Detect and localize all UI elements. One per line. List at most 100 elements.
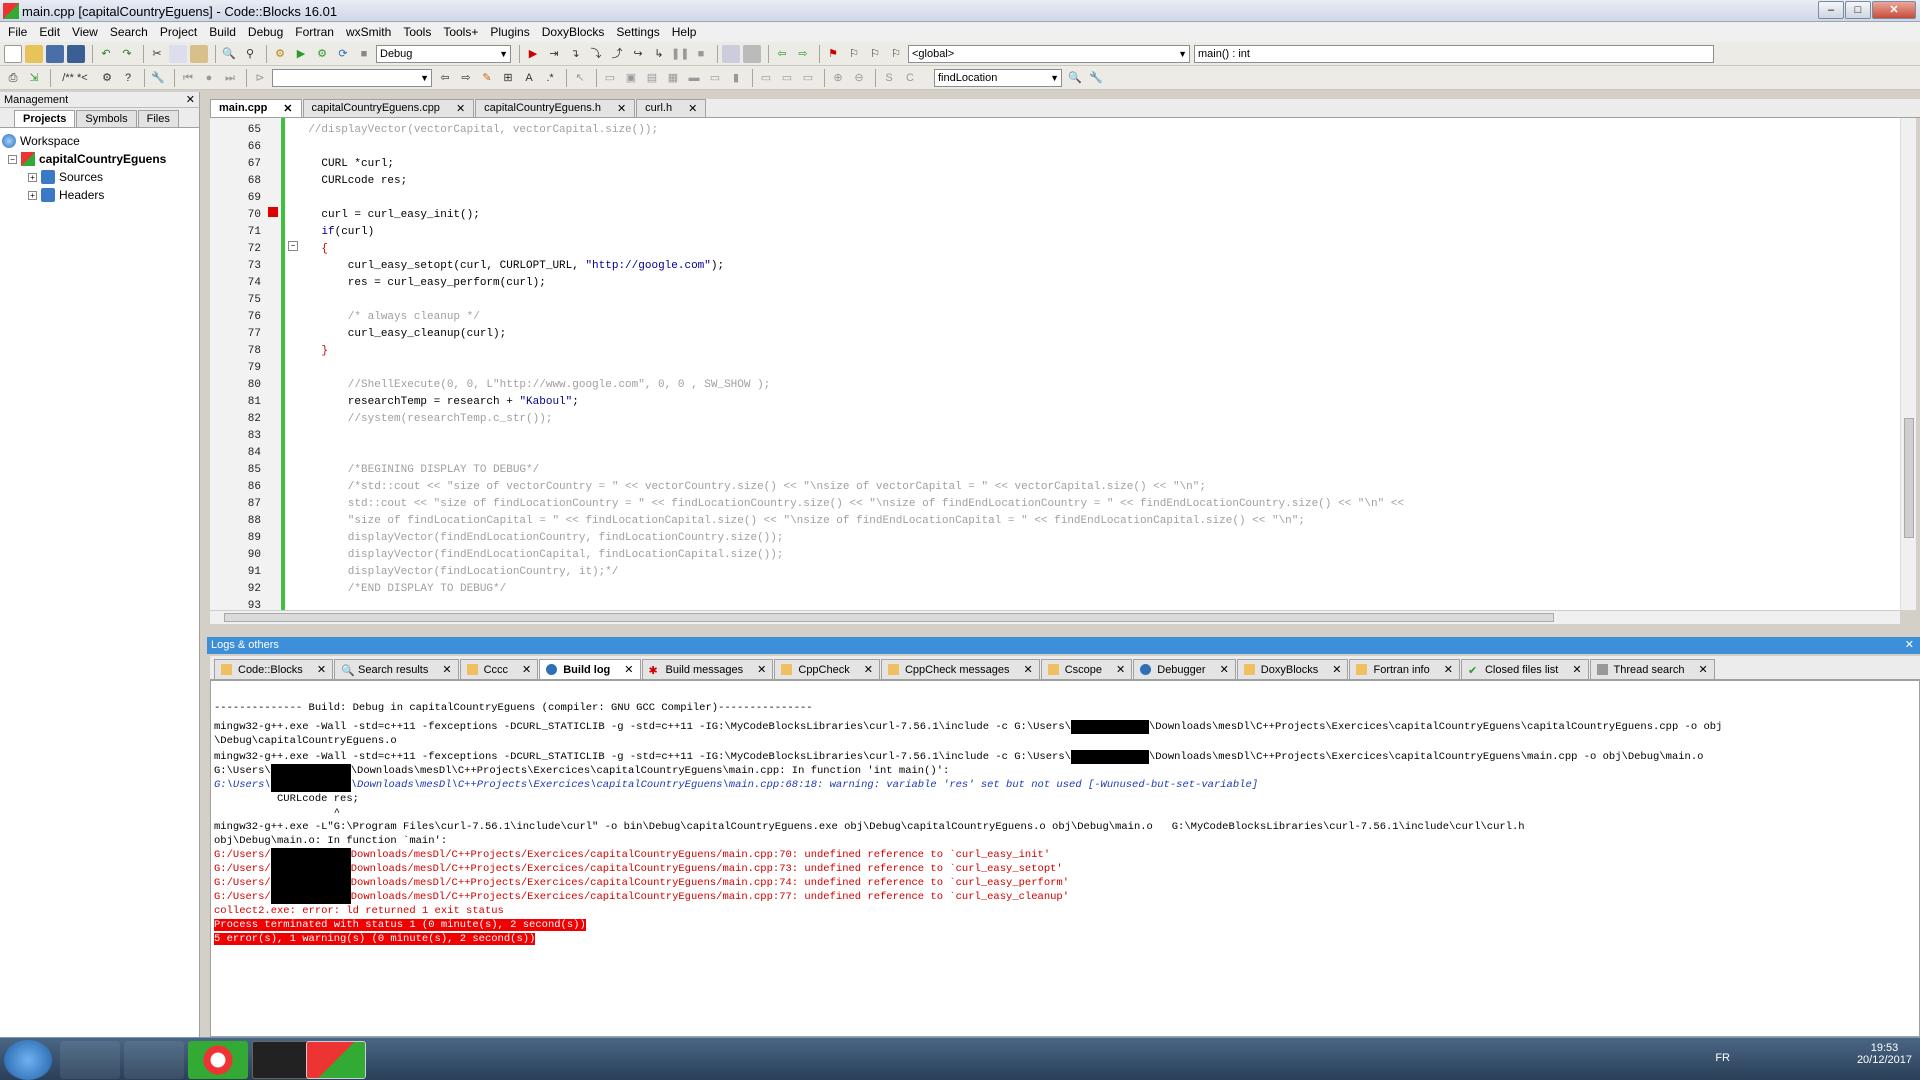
- menu-project[interactable]: Project: [154, 22, 203, 42]
- close-icon[interactable]: ✕: [283, 102, 292, 115]
- next-icon[interactable]: ⏭: [221, 69, 239, 87]
- close-icon[interactable]: ✕: [317, 663, 326, 676]
- menu-tools[interactable]: Tools: [397, 22, 437, 42]
- tab-main-cpp[interactable]: main.cpp ✕: [210, 99, 302, 117]
- close-icon[interactable]: ✕: [624, 663, 633, 676]
- bookmark-clear-icon[interactable]: ⚐: [887, 45, 905, 63]
- menu-wxsmith[interactable]: wxSmith: [340, 22, 397, 42]
- menu-debug[interactable]: Debug: [242, 22, 289, 42]
- tab-projects[interactable]: Projects: [14, 110, 76, 127]
- tab-search-results[interactable]: 🔍 Search results ✕: [334, 659, 459, 679]
- tab-cccc[interactable]: Cccc ✕: [459, 659, 539, 679]
- pointer-icon[interactable]: ↖: [571, 69, 589, 87]
- tab-capital-cpp[interactable]: capitalCountryEguens.cpp ✕: [302, 99, 475, 117]
- scroll-thumb[interactable]: [224, 613, 1554, 622]
- thread-search-icon[interactable]: 🔍: [1066, 69, 1084, 87]
- function-select[interactable]: main() : int: [1194, 44, 1714, 63]
- tab-debugger[interactable]: Debugger ✕: [1133, 659, 1236, 679]
- menu-doxyblocks[interactable]: DoxyBlocks: [536, 22, 611, 42]
- tree-project[interactable]: − capitalCountryEguens: [2, 150, 197, 168]
- step-into-icon[interactable]: ⤵: [587, 45, 605, 63]
- tab-cppcheck-messages[interactable]: CppCheck messages ✕: [880, 659, 1040, 679]
- next-line-icon[interactable]: ↴: [566, 45, 584, 63]
- close-icon[interactable]: ✕: [522, 663, 531, 676]
- menu-help[interactable]: Help: [666, 22, 703, 42]
- replace-icon[interactable]: ⚲: [241, 45, 259, 63]
- find-combo[interactable]: findLocation ▼: [934, 68, 1062, 87]
- highlighter-icon[interactable]: ✎: [478, 69, 496, 87]
- close-icon[interactable]: ✕: [688, 102, 697, 115]
- next-instruction-icon[interactable]: ↪: [629, 45, 647, 63]
- expand-icon[interactable]: +: [28, 172, 37, 182]
- build-gear-icon[interactable]: ⚙: [271, 45, 289, 63]
- close-icon[interactable]: ✕: [1116, 663, 1125, 676]
- expand-icon[interactable]: +: [28, 190, 37, 200]
- save-icon[interactable]: [46, 44, 64, 63]
- close-icon[interactable]: ✕: [1024, 663, 1033, 676]
- taskbar-app-game[interactable]: [252, 1041, 312, 1079]
- close-icon[interactable]: ✕: [1220, 663, 1229, 676]
- step-out-icon[interactable]: ⤴: [608, 45, 626, 63]
- s-icon[interactable]: S: [880, 69, 898, 87]
- tab-build-messages[interactable]: ✱ Build messages ✕: [641, 659, 774, 679]
- tab-fortran-info[interactable]: Fortran info ✕: [1349, 659, 1460, 679]
- tab-doxyblocks[interactable]: DoxyBlocks ✕: [1236, 659, 1349, 679]
- wildcard-icon[interactable]: .*: [541, 69, 559, 87]
- grid-icon[interactable]: ▦: [664, 69, 682, 87]
- close-icon[interactable]: ✕: [617, 102, 626, 115]
- debug-start-icon[interactable]: ▶: [524, 45, 542, 63]
- layout-b-icon[interactable]: ▭: [706, 69, 724, 87]
- close-icon[interactable]: ✕: [1905, 637, 1914, 654]
- menu-edit[interactable]: Edit: [33, 22, 66, 42]
- copy-icon[interactable]: [169, 44, 187, 63]
- language-indicator[interactable]: FR: [1715, 1052, 1730, 1064]
- close-icon[interactable]: ✕: [1572, 663, 1581, 676]
- tab-files[interactable]: Files: [137, 110, 179, 127]
- scroll-thumb[interactable]: [1904, 418, 1914, 538]
- run-icon[interactable]: ▶: [292, 45, 310, 63]
- paste-icon[interactable]: [190, 44, 208, 63]
- taskbar-app-notepad[interactable]: [124, 1041, 184, 1079]
- comment-icon[interactable]: /** *<: [55, 69, 95, 87]
- pause-icon[interactable]: ❚❚: [671, 45, 689, 63]
- menu-plugins[interactable]: Plugins: [484, 22, 535, 42]
- editor-vertical-scrollbar[interactable]: [1900, 118, 1916, 610]
- new-file-icon[interactable]: [4, 44, 22, 63]
- tab-capital-h[interactable]: capitalCountryEguens.h ✕: [475, 99, 636, 117]
- bookmark-toggle-icon[interactable]: ⚑: [824, 45, 842, 63]
- zoom-in-icon[interactable]: ⊕: [829, 69, 847, 87]
- box-icon[interactable]: ▣: [622, 69, 640, 87]
- tab-cppcheck[interactable]: CppCheck ✕: [774, 659, 880, 679]
- tree-workspace[interactable]: Workspace: [2, 132, 197, 150]
- menu-search[interactable]: Search: [104, 22, 154, 42]
- cut-icon[interactable]: ✂: [148, 45, 166, 63]
- tab-symbols[interactable]: Symbols: [76, 110, 137, 127]
- menu-tools-plus[interactable]: Tools+: [437, 22, 484, 42]
- print-icon[interactable]: ⎙: [4, 69, 22, 87]
- build-run-icon[interactable]: ⚙: [313, 45, 331, 63]
- prev-icon[interactable]: ⏮: [179, 69, 197, 87]
- step-into-instruction-icon[interactable]: ↳: [650, 45, 668, 63]
- frame-icon[interactable]: ▭: [601, 69, 619, 87]
- stop-debug-icon[interactable]: ■: [692, 45, 710, 63]
- highlight-back-icon[interactable]: ⇦: [436, 69, 454, 87]
- jump-back-icon[interactable]: ⇦: [773, 45, 791, 63]
- taskbar-app-codeblocks[interactable]: [306, 1041, 366, 1079]
- thread-search-options-icon[interactable]: 🔧: [1087, 69, 1105, 87]
- close-button[interactable]: ✕: [1872, 1, 1916, 19]
- tree-folder-headers[interactable]: + Headers: [2, 186, 197, 204]
- close-icon[interactable]: ✕: [1444, 663, 1453, 676]
- debug-windows-icon[interactable]: [722, 44, 740, 63]
- shape-c-icon[interactable]: ▭: [799, 69, 817, 87]
- save-all-icon[interactable]: [67, 44, 85, 63]
- tab-closed-files[interactable]: ✔ Closed files list ✕: [1460, 659, 1589, 679]
- doxy-help-icon[interactable]: ?: [119, 69, 137, 87]
- rebuild-icon[interactable]: ⟳: [334, 45, 352, 63]
- breakpoint-marker[interactable]: [268, 207, 278, 217]
- insert-icon[interactable]: ⇲: [25, 69, 43, 87]
- taskbar-app-explorer[interactable]: [60, 1041, 120, 1079]
- collapse-icon[interactable]: −: [8, 154, 17, 164]
- open-folder-icon[interactable]: [25, 44, 43, 63]
- layout-a-icon[interactable]: ▬: [685, 69, 703, 87]
- undo-icon[interactable]: ↶: [97, 45, 115, 63]
